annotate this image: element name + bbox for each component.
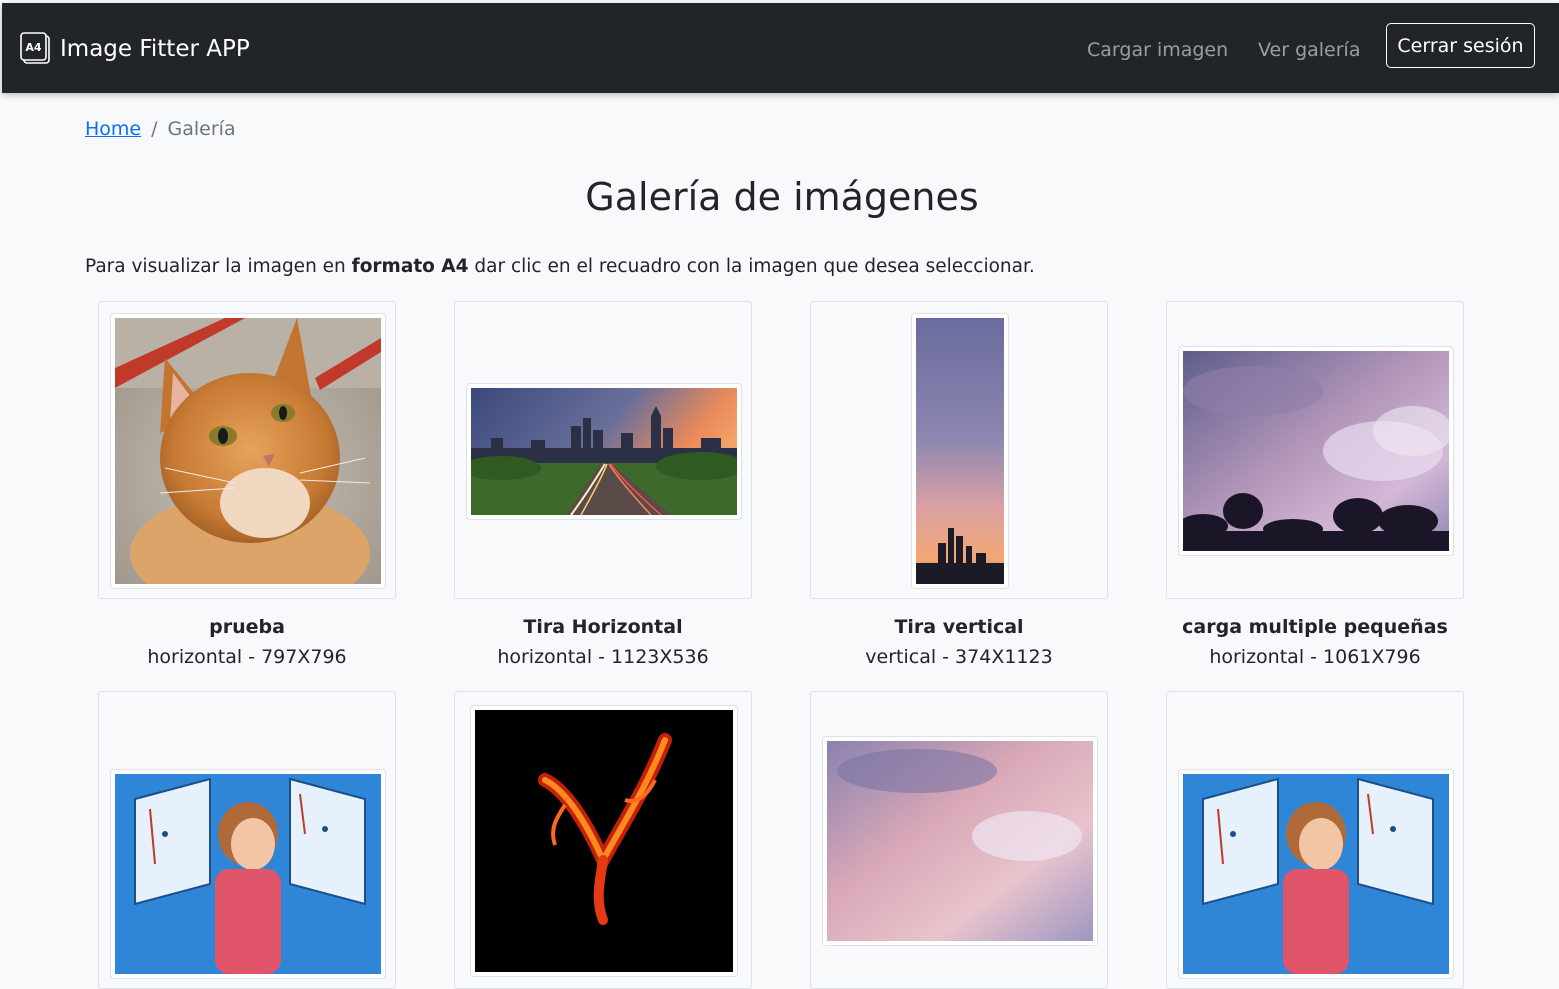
purple-clouds-image — [1183, 351, 1449, 551]
gallery-card[interactable] — [1166, 691, 1464, 989]
logout-button[interactable]: Cerrar sesión — [1386, 23, 1535, 68]
breadcrumb-home-link[interactable]: Home — [85, 118, 141, 140]
gallery-card[interactable] — [98, 691, 396, 989]
breadcrumb-current: Galería — [167, 118, 236, 140]
intro-text-start: Para visualizar la imagen en — [85, 256, 352, 277]
gallery-card[interactable] — [454, 691, 752, 989]
programmer-illustration-image — [1183, 774, 1449, 974]
intro-text-end: dar clic en el recuadro con la imagen qu… — [468, 256, 1035, 277]
nav-link-view-gallery[interactable]: Ver galería — [1258, 38, 1360, 62]
gallery-thumbnail — [110, 313, 386, 589]
gallery-item-meta: horizontal - 1061X796 — [1209, 646, 1421, 668]
sunset-skyline-strip-image — [916, 318, 1004, 584]
gallery-item-meta: horizontal - 1123X536 — [497, 646, 709, 668]
a4-document-icon[interactable]: A4 — [20, 32, 50, 64]
gallery-item-meta: horizontal - 797X796 — [147, 646, 347, 668]
gallery-thumbnail — [470, 705, 738, 977]
gallery-card[interactable] — [810, 301, 1108, 599]
breadcrumb-separator: / — [151, 118, 158, 140]
breadcrumb: Home / Galería — [85, 117, 236, 141]
intro-text: Para visualizar la imagen en formato A4 … — [85, 255, 1035, 279]
gallery-thumbnail — [911, 313, 1009, 589]
gallery-thumbnail — [1178, 346, 1454, 556]
gallery-card[interactable] — [1166, 301, 1464, 599]
gallery-thumbnail — [1178, 769, 1454, 979]
intro-text-bold: formato A4 — [351, 256, 469, 277]
navbar: A4 Image Fitter APP Cargar imagen Ver ga… — [2, 3, 1559, 93]
gallery-thumbnail — [466, 383, 742, 520]
gallery-item-meta: vertical - 374X1123 — [865, 646, 1053, 668]
gallery-thumbnail — [110, 769, 386, 979]
gallery-card[interactable] — [810, 691, 1108, 989]
brand-icon-text: A4 — [25, 41, 42, 54]
brand-title[interactable]: Image Fitter APP — [60, 34, 250, 64]
pink-clouds-image — [827, 741, 1093, 941]
orange-cat-image — [115, 318, 381, 584]
gallery-item-name: carga multiple pequeñas — [1182, 616, 1448, 638]
fire-letter-v-image — [475, 710, 733, 972]
gallery-card[interactable] — [98, 301, 396, 599]
gallery-thumbnail — [822, 736, 1098, 946]
nav-link-upload-image[interactable]: Cargar imagen — [1087, 38, 1228, 62]
programmer-illustration-image — [115, 774, 381, 974]
city-skyline-highway-image — [471, 388, 737, 515]
gallery-card[interactable] — [454, 301, 752, 599]
gallery-item-name: Tira Horizontal — [523, 616, 683, 638]
page-title: Galería de imágenes — [585, 175, 979, 219]
gallery-item-name: Tira vertical — [894, 616, 1024, 638]
gallery-item-name: prueba — [209, 616, 285, 638]
